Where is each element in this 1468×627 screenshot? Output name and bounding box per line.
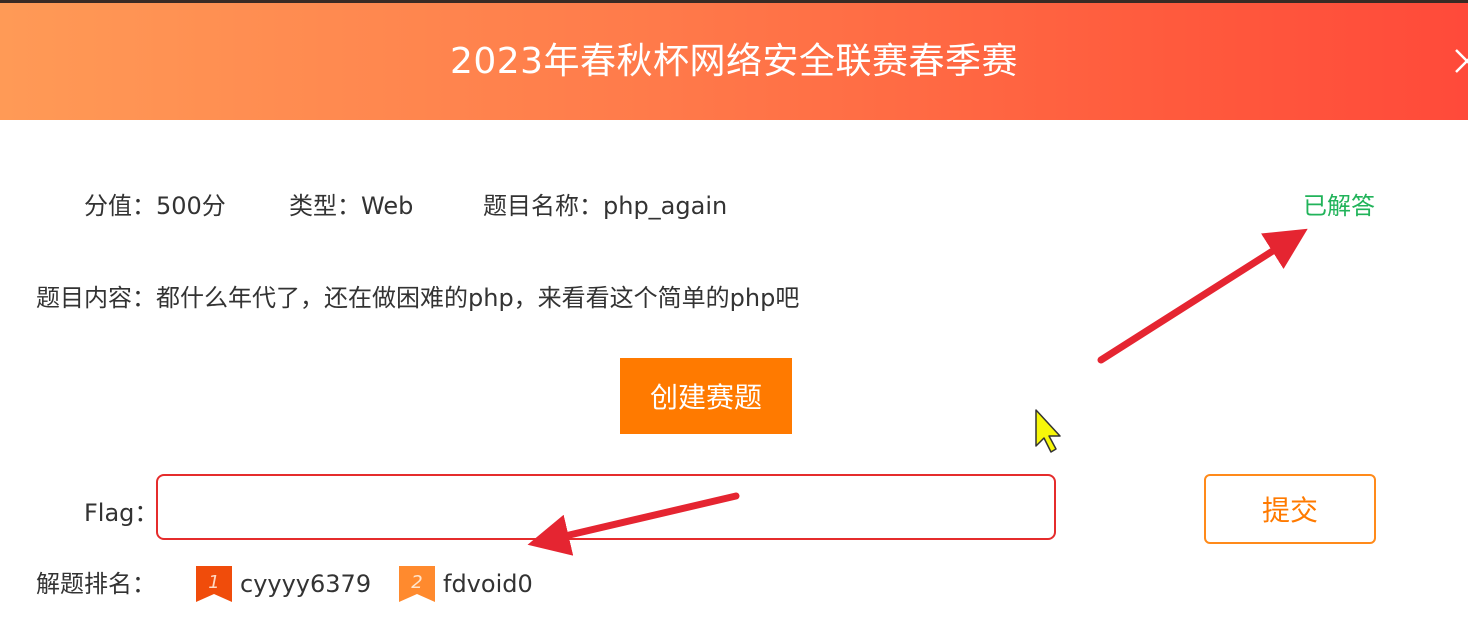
flag-label: Flag： [84, 499, 159, 527]
ranking-item: 2 fdvoid0 [399, 566, 533, 602]
ranking-username: fdvoid0 [443, 570, 533, 598]
ranking-username: cyyyy6379 [240, 570, 372, 598]
annotation-arrow-status [1097, 228, 1308, 364]
challenge-name-text: 题目名称：php_again [483, 192, 728, 220]
dialog-title: 2023年春秋杯网络安全联赛春季赛 [449, 41, 1019, 82]
close-icon[interactable] [1452, 46, 1468, 76]
type-text: 类型：Web [289, 192, 414, 220]
header-top-border [0, 0, 1468, 3]
rank-1-badge-icon: 1 [196, 566, 232, 602]
ranking-label: 解题排名： [36, 570, 156, 598]
rank-2-number: 2 [411, 572, 422, 593]
solved-status: 已解答 [1303, 192, 1375, 220]
dialog-header: 2023年春秋杯网络安全联赛春季赛 [0, 0, 1468, 120]
create-challenge-button[interactable]: 创建赛题 [620, 358, 792, 434]
cursor-arrow-icon [1035, 409, 1061, 453]
submit-button[interactable]: 提交 [1204, 474, 1376, 544]
score-text: 分值：500分 [84, 192, 226, 220]
challenge-dialog: 2023年春秋杯网络安全联赛春季赛 分值：500分 类型：Web 题目名称：ph… [0, 0, 1468, 627]
flag-input[interactable] [156, 474, 1056, 540]
ranking-item: 1 cyyyy6379 [196, 566, 371, 602]
rank-2-badge-icon: 2 [399, 566, 435, 602]
challenge-description: 题目内容：都什么年代了，还在做困难的php，来看看这个简单的php吧 [36, 284, 800, 312]
rank-1-number: 1 [208, 572, 219, 593]
